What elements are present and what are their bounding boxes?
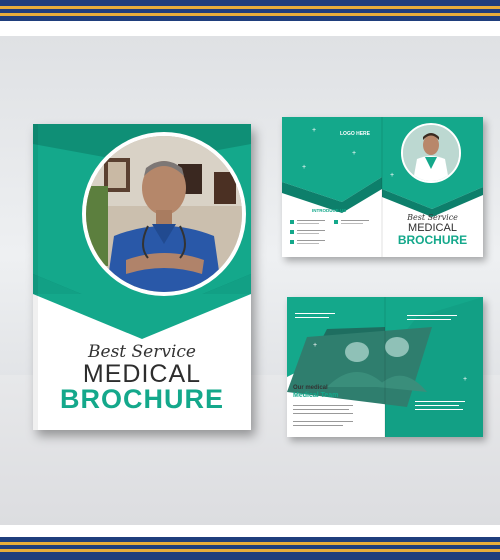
team-heading-line2: Medical Team (293, 392, 339, 399)
doctor-photo (82, 132, 246, 296)
brochure-spread-bottom: + + Our medical Medical Team (287, 297, 483, 437)
svg-text:+: + (313, 342, 317, 349)
spread-title-line2: BROCHURE (397, 233, 468, 247)
bottom-stripes (0, 537, 500, 560)
svg-text:+: + (312, 127, 316, 134)
cover-brochure: Best Service MEDICAL BROCHURE (33, 124, 251, 430)
spread-bottom-shapes: + + (287, 297, 483, 437)
top-stripes (0, 0, 500, 21)
svg-text:+: + (302, 164, 306, 171)
brochure-spread-top: + + + + LOGO HERE INTRODUCE US Best Serv… (282, 117, 483, 257)
team-heading-line1: Our medical (293, 385, 328, 391)
cover-tagline: Best Service (88, 342, 196, 362)
svg-text:+: + (352, 150, 356, 157)
doctor-photo-small (401, 123, 461, 183)
svg-text:+: + (390, 172, 394, 179)
cover-title-line2: BROCHURE (59, 384, 224, 414)
logo-text: LOGO HERE (340, 131, 371, 137)
intro-heading: INTRODUCE US (312, 208, 347, 213)
svg-text:+: + (463, 376, 467, 383)
spread-tagline: Best Service (407, 213, 458, 222)
